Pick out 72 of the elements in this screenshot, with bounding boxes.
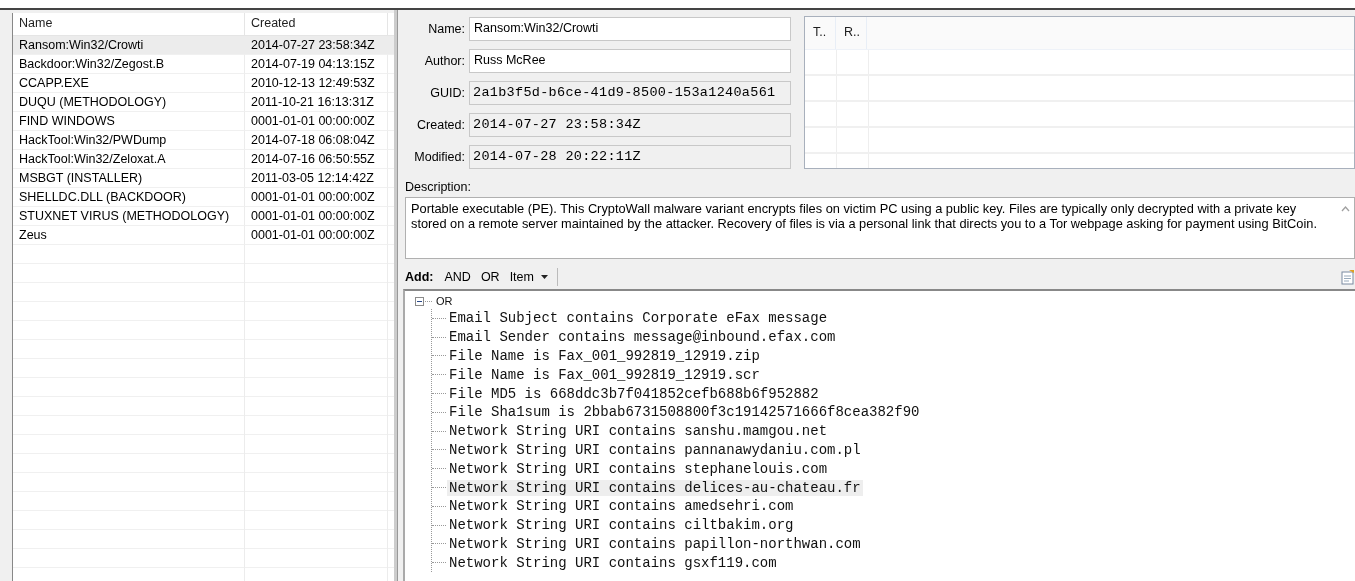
tree-node[interactable]: Network String URI contains delices-au-chateau.fr [447, 479, 863, 496]
input-field[interactable]: Ransom:Win32/Crowti [469, 17, 791, 41]
toolbar-button[interactable]: OR [475, 267, 505, 286]
input-field[interactable]: 2a1b3f5d-b6ce-41d9-8500-153a1240a561 [469, 81, 791, 105]
field-label: Created: [416, 118, 466, 132]
table-cell: 0001-01-01 00:00:00Z [245, 112, 388, 131]
tree-node[interactable]: File MD5 is 668ddc3b7f041852cefb688b6f952882 [447, 385, 821, 402]
table-cell: 0001-01-01 00:00:00Z [245, 188, 388, 207]
table-cell: 2011-03-05 12:14:42Z [245, 169, 388, 188]
input-field[interactable]: 2014-07-28 20:22:11Z [469, 145, 791, 169]
table-cell: DUQU (METHODOLOGY) [13, 93, 245, 112]
list-row[interactable]: HackTool:Win32/Zeloxat.A 2014-07-16 06:50:55Z [13, 150, 394, 169]
table-cell: Ransom:Win32/Crowti [13, 36, 245, 55]
tree-node[interactable]: Network String URI contains amedsehri.com [447, 498, 796, 515]
column-header[interactable]: T.. [805, 17, 836, 49]
table-cell: SHELLDC.DLL (BACKDOOR) [13, 188, 245, 207]
tree-node[interactable]: Network String URI contains ciltbakim.org [447, 517, 796, 534]
table-cell: HackTool:Win32/Zeloxat.A [13, 150, 245, 169]
table-cell: CCAPP.EXE [13, 74, 245, 93]
tree-node[interactable]: Network String URI contains sanshu.mamgou.net [447, 423, 830, 440]
table-cell: Zeus [13, 226, 245, 245]
table-cell: 2014-07-18 06:08:04Z [245, 131, 388, 150]
tree-node[interactable]: Network String URI contains papillon-northwan.com [447, 535, 863, 552]
table-cell: 2014-07-19 04:13:15Z [245, 55, 388, 74]
tree-node[interactable]: Email Sender contains message@inbound.efax.com [447, 329, 838, 346]
scroll-up-icon[interactable] [1341, 206, 1350, 212]
table-cell: HackTool:Win32/PWDump [13, 131, 245, 150]
column-header[interactable]: R.. [836, 17, 867, 49]
tree-node[interactable]: Network String URI contains stephanelouis.com [447, 460, 830, 477]
table-cell: Backdoor:Win32/Zegost.B [13, 55, 245, 74]
table-cell: 2014-07-16 06:50:55Z [245, 150, 388, 169]
field-label: Name: [427, 22, 466, 36]
table-cell: MSBGT (INSTALLER) [13, 169, 245, 188]
tree-node[interactable]: File Name is Fax_001_992819_12919.zip [447, 348, 762, 364]
list-row[interactable]: SHELLDC.DLL (BACKDOOR) 0001-01-01 00:00:00Z [13, 188, 394, 207]
list-row[interactable]: Ransom:Win32/Crowti 2014-07-27 23:58:34Z [13, 36, 394, 55]
tree-node[interactable]: Email Subject contains Corporate eFax message [447, 310, 830, 327]
table-cell: 0001-01-01 00:00:00Z [245, 207, 388, 226]
table-cell: 0001-01-01 00:00:00Z [245, 226, 388, 245]
field-label: Author: [423, 54, 466, 68]
field-label: GUID: [429, 86, 466, 100]
table-cell: 2014-07-27 23:58:34Z [245, 36, 388, 55]
list-row[interactable]: Zeus 0001-01-01 00:00:00Z [13, 226, 394, 245]
list-row[interactable]: FIND WINDOWS 0001-01-01 00:00:00Z [13, 112, 394, 131]
tree-node[interactable]: OR [434, 293, 455, 309]
tree-node[interactable]: File Sha1sum is 2bbab6731508800f3c19142571666f8cea382f90 [447, 404, 922, 421]
table-cell: FIND WINDOWS [13, 112, 245, 131]
dropdown-button[interactable]: Item [504, 267, 553, 286]
list-row[interactable]: MSBGT (INSTALLER) 2011-03-05 12:14:42Z [13, 169, 394, 188]
tree-node[interactable]: Network String URI contains pannanawydaniu.com.pl [447, 441, 863, 458]
list-row[interactable]: DUQU (METHODOLOGY) 2011-10-21 16:13:31Z [13, 93, 394, 112]
table-cell: 2011-10-21 16:13:31Z [245, 93, 388, 112]
table-cell: 2010-12-13 12:49:53Z [245, 74, 388, 93]
column-header[interactable]: Name [13, 13, 245, 35]
description-field[interactable] [405, 197, 1355, 259]
caret-icon [540, 274, 548, 279]
toolbar-label: Add: [405, 269, 434, 284]
input-field[interactable]: Russ McRee [469, 49, 791, 73]
toolbar-button[interactable]: AND [439, 267, 476, 286]
input-field[interactable]: 2014-07-27 23:58:34Z [469, 113, 791, 137]
column-header[interactable]: Created [245, 13, 388, 35]
tree-node[interactable]: File Name is Fax_001_992819_12919.scr [447, 366, 762, 383]
collapse-icon[interactable] [415, 296, 424, 306]
list-row[interactable]: STUXNET VIRUS (METHODOLOGY) 0001-01-01 00:00:00Z [13, 207, 394, 226]
description-text: Portable executable (PE). This CryptoWall malware variant encrypts files on victim PC using a public key. Files are typically only decrypted with a private key stored on a remote server maintained by the attacker. Recovery of files is via a personal link that directs you to a Tor webpage asking for payment using BitCoin. [410, 200, 1318, 233]
list-row[interactable]: CCAPP.EXE 2010-12-13 12:49:53Z [13, 74, 394, 93]
field-label: Description: [405, 180, 472, 194]
field-label: Modified: [413, 150, 466, 164]
list-row[interactable]: Backdoor:Win32/Zegost.B 2014-07-19 04:13:15Z [13, 55, 394, 74]
table-cell: STUXNET VIRUS (METHODOLOGY) [13, 207, 245, 226]
list-row[interactable]: HackTool:Win32/PWDump 2014-07-18 06:08:04Z [13, 131, 394, 150]
tree-node[interactable]: Network String URI contains gsxf119.com [447, 554, 779, 571]
